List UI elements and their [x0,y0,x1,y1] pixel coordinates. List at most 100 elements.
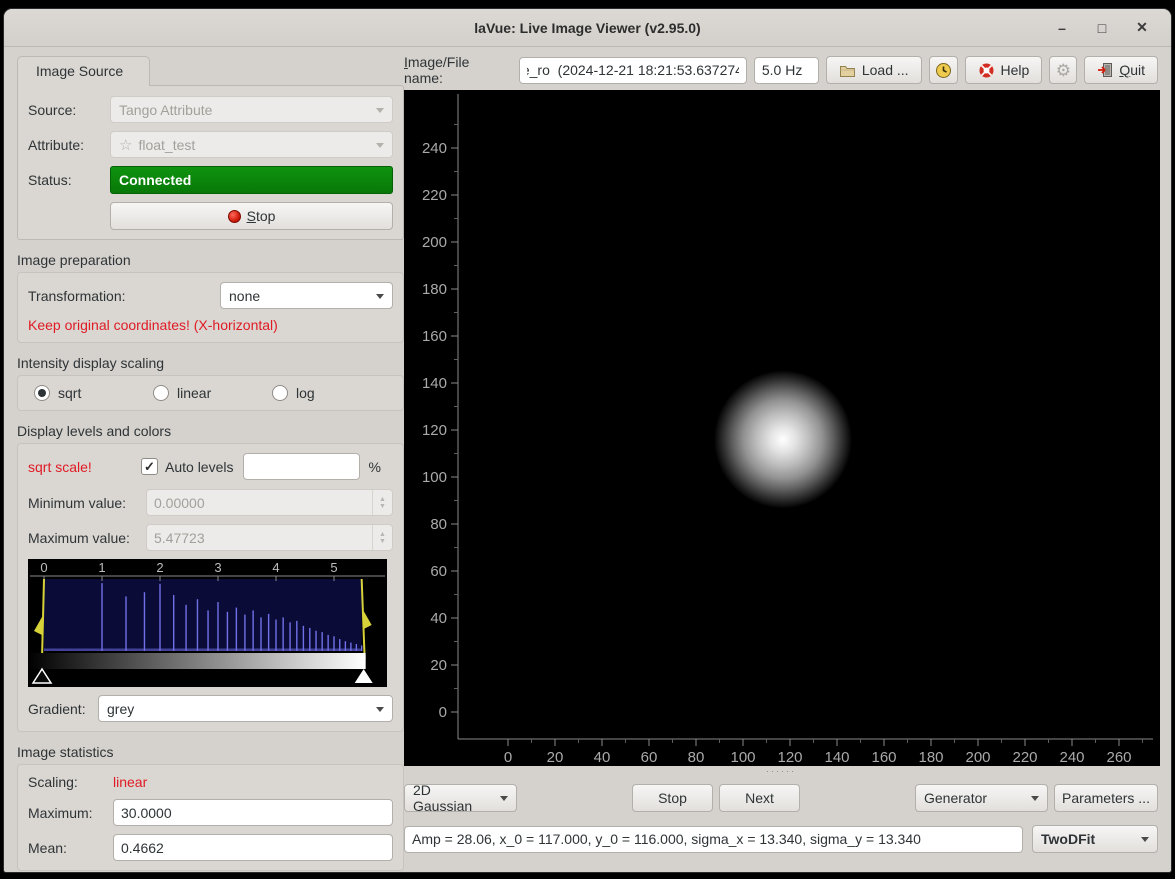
generator-combo[interactable]: Generator [915,784,1048,812]
parameters-button[interactable]: Parameters ... [1054,784,1158,812]
bottom-controls-row: 2D Gaussian Stop Next Generator Paramete… [404,784,1158,812]
display-levels-box: sqrt scale! ✓ Auto levels % Minimum valu… [17,443,404,732]
maximum-value-label: Maximum value: [28,530,146,546]
section-display-levels: Display levels and colors [17,423,404,439]
minimize-button[interactable]: – [1049,15,1075,41]
maximize-button[interactable]: □ [1089,15,1115,41]
y-tick-label: 180 [422,281,447,298]
image-display-area[interactable]: 0204060801001201401601802002202402600204… [404,90,1160,766]
timer-button[interactable] [929,56,958,84]
histogram-region [44,579,362,651]
radio-dot-icon [153,385,169,401]
x-tick-label: 60 [641,749,658,766]
stop-generator-button[interactable]: Stop [632,784,713,812]
frequency-input[interactable] [754,57,819,84]
chevron-down-icon [1141,837,1149,846]
histogram-tick-label: 4 [272,560,279,575]
image-statistics-box: Scaling: linear Maximum: Mean: [17,764,404,871]
chevron-down-icon [376,294,384,303]
y-tick-label: 0 [439,704,447,721]
x-tick-label: 160 [871,749,896,766]
top-toolbar: Image/File name: Load ... Help ⚙ [404,56,1158,84]
y-tick-label: 200 [422,234,447,251]
radio-linear[interactable]: linear [153,385,272,401]
histogram-tick-label: 3 [214,560,221,575]
y-tick-label: 140 [422,375,447,392]
histogram-svg[interactable]: 012345 [28,559,387,684]
x-tick-label: 220 [1012,749,1037,766]
window-title: laVue: Live Image Viewer (v2.95.0) [4,20,1171,36]
radio-log[interactable]: log [272,385,315,401]
section-image-preparation: Image preparation [17,252,404,268]
source-label: Source: [28,102,110,118]
help-button[interactable]: Help [965,56,1043,84]
y-tick-label: 60 [430,563,447,580]
y-tick-label: 160 [422,328,447,345]
plot-svg[interactable]: 0204060801001201401601802002202402600204… [404,90,1160,766]
next-button[interactable]: Next [719,784,800,812]
app-window: laVue: Live Image Viewer (v2.95.0) – □ ✕… [3,8,1172,873]
chevron-down-icon [1031,796,1039,805]
gaussian-blob [714,370,852,508]
auto-levels-label: Auto levels [165,459,233,475]
tab-image-source[interactable]: Image Source [17,56,150,86]
y-tick-label: 100 [422,469,447,486]
stats-mean-field[interactable] [113,834,393,861]
x-tick-label: 260 [1106,749,1131,766]
minimum-value-label: Minimum value: [28,495,146,511]
chevron-down-icon [376,143,384,152]
fit-result-row: TwoDFit [404,825,1158,853]
right-panel: Image/File name: Load ... Help ⚙ [404,56,1158,853]
splitter-handle[interactable]: ······ [404,766,1158,779]
auto-levels-checkbox[interactable]: ✓ [141,458,158,475]
histogram-tick-label: 5 [330,560,337,575]
stats-scaling-label: Scaling: [28,774,113,790]
x-tick-label: 40 [594,749,611,766]
image-file-input[interactable] [519,57,747,84]
x-tick-label: 140 [824,749,849,766]
left-panel: Image Source Source: Tango Attribute Att… [17,56,404,871]
gradient-bar [28,653,366,669]
main-area: Image Source Source: Tango Attribute Att… [4,48,1171,872]
auto-levels-percent-input[interactable] [243,453,360,480]
chevron-down-icon [500,796,508,805]
fit-result-field[interactable] [404,826,1023,853]
levels-histogram[interactable]: 012345 [28,559,387,687]
gradient-combo[interactable]: grey [98,695,393,722]
radio-sqrt[interactable]: sqrt [34,385,153,401]
percent-label: % [368,459,380,475]
checkmark-icon: ✓ [144,459,155,475]
window-controls: – □ ✕ [1049,15,1171,41]
gradient-label: Gradient: [28,701,98,717]
close-button[interactable]: ✕ [1129,15,1155,41]
fit-function-combo[interactable]: TwoDFit [1032,825,1158,853]
coordinates-note: Keep original coordinates! (X-horizontal… [28,317,393,333]
exit-door-icon [1097,62,1113,78]
transformation-combo[interactable]: none [220,282,393,309]
x-tick-label: 180 [918,749,943,766]
lifebuoy-icon [978,62,995,79]
maximum-value-spinbox: 5.47723 ▲▼ [146,524,393,551]
histogram-tick-label: 1 [98,560,105,575]
x-tick-label: 80 [688,749,705,766]
y-tick-label: 20 [430,657,447,674]
folder-icon [839,63,856,78]
image-generator-combo[interactable]: 2D Gaussian [404,784,517,812]
spinner-arrows-icon: ▲▼ [372,490,392,515]
scale-note: sqrt scale! [28,459,141,475]
radio-dot-icon [272,385,288,401]
stop-source-button[interactable]: Stop [110,202,393,230]
quit-button[interactable]: Quit [1084,56,1158,84]
settings-button[interactable]: ⚙ [1049,56,1077,84]
chevron-down-icon [376,108,384,117]
image-source-frame: Source: Tango Attribute Attribute: ☆ flo… [17,85,404,240]
titlebar[interactable]: laVue: Live Image Viewer (v2.95.0) – □ ✕ [4,9,1171,47]
y-tick-label: 40 [430,610,447,627]
x-tick-label: 100 [730,749,755,766]
section-intensity-scaling: Intensity display scaling [17,355,404,371]
stats-maximum-field[interactable] [113,799,393,826]
stats-scaling-value: linear [113,774,147,790]
load-button[interactable]: Load ... [826,56,922,84]
histogram-tick-label: 0 [40,560,47,575]
transformation-label: Transformation: [28,288,220,304]
